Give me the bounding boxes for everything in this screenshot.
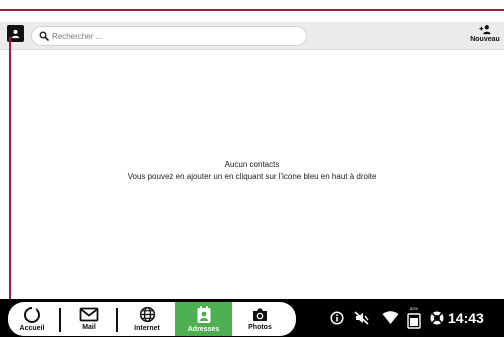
info-icon[interactable] [330,311,344,325]
battery-indicator: 82% [407,306,421,329]
globe-icon [139,306,155,323]
nav-label-home: Accueil [19,325,45,332]
mail-icon [79,307,99,322]
wifi-icon[interactable] [382,311,399,325]
search-box[interactable] [31,26,307,46]
new-contact-button[interactable]: Nouveau [466,24,504,48]
nav-item-mail[interactable]: Mail [68,302,110,336]
clock: 14:43 [448,310,484,326]
new-contact-label: Nouveau [470,36,500,43]
battery-icon [407,313,421,329]
nav-item-photos[interactable]: Photos [238,302,282,336]
support-icon[interactable] [429,310,445,326]
home-icon [24,306,40,323]
search-icon [39,31,49,41]
top-band [0,0,504,9]
nav-label-internet: Internet [134,325,160,332]
nav-item-internet[interactable]: Internet [124,302,170,336]
nav-label-photos: Photos [248,324,272,331]
empty-state-message: Aucun contacts Vous pouvez en ajouter un… [0,159,504,183]
add-person-icon [479,25,491,35]
taskbar: Accueil Mail Internet Adresses Photos 82… [0,299,504,337]
top-accent-line [0,9,504,11]
contact-card-icon [11,29,20,39]
search-input[interactable] [52,29,292,44]
nav-separator [59,308,61,332]
nav-separator [116,308,118,332]
empty-state-title: Aucun contacts [224,160,280,169]
nav-label-mail: Mail [82,324,96,331]
battery-percentage: 82% [409,306,418,311]
header-bar: Nouveau [0,22,504,50]
nav-item-contacts[interactable]: Adresses [175,302,232,336]
empty-state-hint: Vous pouvez en ajouter un en cliquant su… [127,172,377,181]
nav-item-home[interactable]: Accueil [12,302,52,336]
mute-icon[interactable] [354,311,370,325]
nav-label-contacts: Adresses [187,325,220,333]
status-area: 82% 14:43 [326,299,504,337]
camera-icon [253,308,267,321]
address-book-icon [197,305,210,323]
app-nav: Accueil Mail Internet Adresses Photos [8,302,296,336]
